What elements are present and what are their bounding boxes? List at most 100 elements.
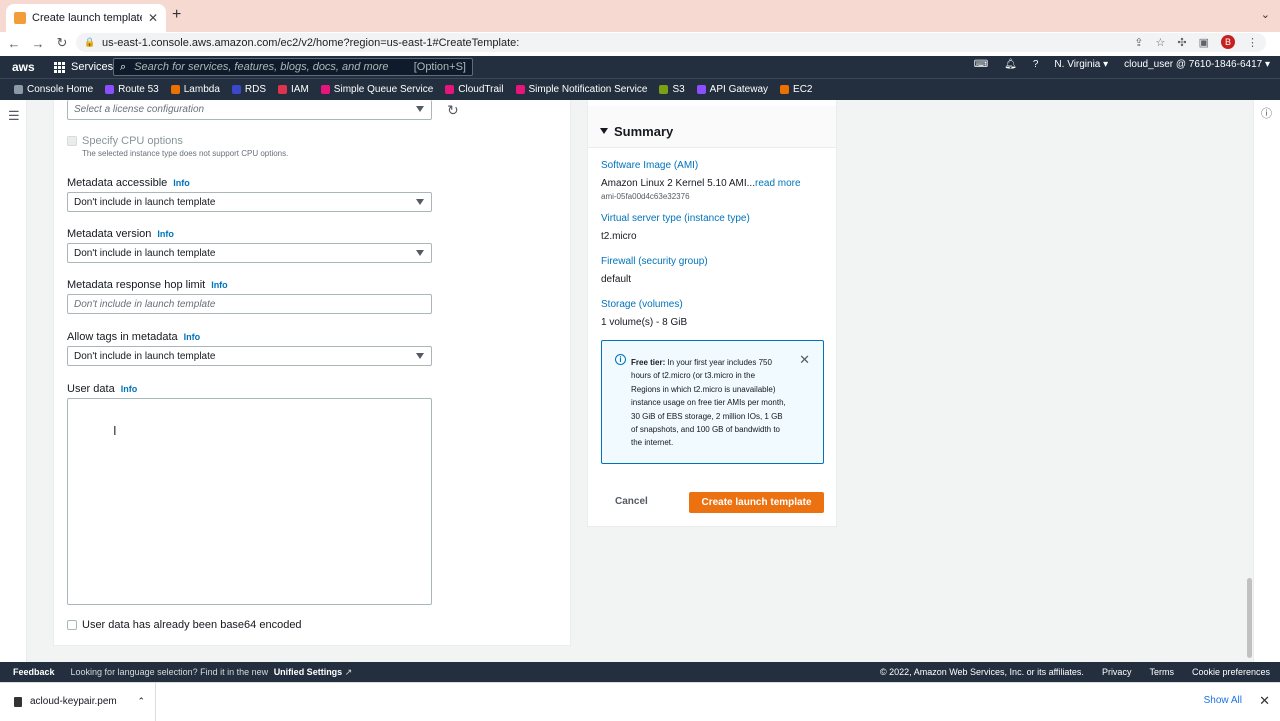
close-tab-icon[interactable]: ✕ xyxy=(148,11,158,25)
storage-link[interactable]: Storage (volumes) xyxy=(601,299,683,310)
favorite-label: API Gateway xyxy=(709,84,769,95)
free-tier-bold: Free tier: xyxy=(631,358,666,367)
aws-search-input[interactable]: ⌕ Search for services, features, blogs, … xyxy=(113,58,473,76)
favorite-label: Lambda xyxy=(183,84,220,95)
allow-tags-text: Allow tags in metadata xyxy=(67,331,178,343)
privacy-link[interactable]: Privacy xyxy=(1102,667,1132,677)
instance-type-value: t2.micro xyxy=(601,231,637,242)
browser-menu-icon[interactable]: ⋮ xyxy=(1247,36,1258,49)
free-tier-alert: i Free tier: In your first year includes… xyxy=(601,340,824,464)
info-link[interactable]: Info xyxy=(173,178,190,188)
service-icon xyxy=(515,85,525,94)
tab-search-chevron-icon[interactable]: ⌄ xyxy=(1261,8,1270,21)
cpu-options-label: Specify CPU options xyxy=(82,135,183,147)
terms-link[interactable]: Terms xyxy=(1149,667,1174,677)
ami-link[interactable]: Software Image (AMI) xyxy=(601,160,698,171)
metadata-accessible-value: Don't include in launch template xyxy=(74,196,216,208)
bookmark-star-icon[interactable]: ☆ xyxy=(1156,36,1166,49)
search-icon: ⌕ xyxy=(120,60,127,73)
summary-title: Summary xyxy=(614,124,674,139)
refresh-icon[interactable]: ↻ xyxy=(447,102,459,119)
language-message-text: Looking for language selection? Find it … xyxy=(70,666,269,677)
favorite-simple-queue-service[interactable]: Simple Queue Service xyxy=(320,84,433,95)
scrollbar-thumb[interactable] xyxy=(1247,578,1252,658)
favorite-s3[interactable]: S3 xyxy=(659,84,685,95)
unified-settings-link[interactable]: Unified Settings xyxy=(274,667,343,677)
summary-header[interactable]: Summary xyxy=(588,106,836,148)
show-all-button[interactable]: Show All xyxy=(1204,695,1242,706)
browser-toolbar: ← → ↻ 🔒 us-east-1.console.aws.amazon.com… xyxy=(0,32,1280,54)
cpu-options-checkbox[interactable] xyxy=(67,136,77,146)
metadata-accessible-select[interactable]: Don't include in launch template xyxy=(67,192,432,212)
info-link[interactable]: Info xyxy=(184,332,201,342)
service-icon xyxy=(696,85,706,94)
reload-icon[interactable]: ↻ xyxy=(52,35,72,51)
favorite-label: EC2 xyxy=(793,84,813,95)
base64-checkbox[interactable] xyxy=(67,620,77,630)
favorite-iam[interactable]: IAM xyxy=(278,84,309,95)
service-icon xyxy=(278,85,288,94)
help-icon[interactable]: ? xyxy=(1033,59,1039,70)
user-data-textarea[interactable]: I xyxy=(67,398,432,605)
metadata-version-select[interactable]: Don't include in launch template xyxy=(67,243,432,263)
tab-title: Create launch template | EC2 M xyxy=(32,12,142,24)
service-icon xyxy=(231,85,241,94)
create-launch-template-button[interactable]: Create launch template xyxy=(689,492,824,513)
allow-tags-label: Allow tags in metadata Info xyxy=(67,331,200,343)
hamburger-menu-icon[interactable]: ☰ xyxy=(8,108,20,124)
region-selector[interactable]: N. Virginia ▾ xyxy=(1054,59,1108,70)
favorite-console-home[interactable]: Console Home xyxy=(14,84,93,95)
metadata-version-value: Don't include in launch template xyxy=(74,247,216,259)
favorite-lambda[interactable]: Lambda xyxy=(170,84,220,95)
base64-label: User data has already been base64 encode… xyxy=(82,619,302,631)
favorite-route-53[interactable]: Route 53 xyxy=(105,84,159,95)
favorite-rds[interactable]: RDS xyxy=(231,84,266,95)
left-nav-rail: ☰ xyxy=(0,100,27,662)
cloudshell-icon[interactable]: ⌨ xyxy=(974,59,988,70)
instance-type-link[interactable]: Virtual server type (instance type) xyxy=(601,213,750,224)
allow-tags-select[interactable]: Don't include in launch template xyxy=(67,346,432,366)
chevron-up-icon[interactable]: ⌃ xyxy=(137,696,145,707)
favorite-simple-notification-service[interactable]: Simple Notification Service xyxy=(515,84,647,95)
console-footer: Feedback Looking for language selection?… xyxy=(0,662,1280,682)
cookie-preferences-link[interactable]: Cookie preferences xyxy=(1192,667,1270,677)
storage-value: 1 volume(s) - 8 GiB xyxy=(601,317,688,328)
allow-tags-value: Don't include in launch template xyxy=(74,350,216,362)
favorite-cloudtrail[interactable]: CloudTrail xyxy=(445,84,504,95)
account-menu[interactable]: cloud_user @ 7610-1846-6417 ▾ xyxy=(1124,59,1270,70)
aws-logo[interactable]: aws xyxy=(12,60,42,74)
favorite-label: Route 53 xyxy=(118,84,159,95)
favorite-label: Console Home xyxy=(27,84,94,95)
info-link[interactable]: Info xyxy=(211,280,228,290)
favorite-api-gateway[interactable]: API Gateway xyxy=(696,84,769,95)
sidebar-icon[interactable]: ▣ xyxy=(1199,36,1209,49)
hop-limit-placeholder: Don't include in launch template xyxy=(74,298,216,310)
download-item[interactable]: acloud-keypair.pem ⌃ xyxy=(14,682,156,721)
notifications-bell-icon[interactable]: 🔔︎ xyxy=(1004,59,1017,70)
browser-tab[interactable]: Create launch template | EC2 M ✕ xyxy=(6,4,166,32)
extensions-puzzle-icon[interactable]: ✣ xyxy=(1177,36,1186,49)
forward-icon[interactable]: → xyxy=(28,36,48,51)
metadata-accessible-label: Metadata accessible Info xyxy=(67,177,190,189)
aws-top-nav: aws Services ⌕ Search for services, feat… xyxy=(0,56,1280,78)
search-shortcut: [Option+S] xyxy=(413,61,466,73)
hop-limit-input[interactable]: Don't include in launch template xyxy=(67,294,432,314)
close-icon[interactable]: ✕ xyxy=(1259,693,1270,709)
firewall-link[interactable]: Firewall (security group) xyxy=(601,256,708,267)
profile-avatar[interactable]: B xyxy=(1221,35,1235,49)
license-configuration-select[interactable]: Select a license configuration xyxy=(67,100,432,120)
info-link[interactable]: Info xyxy=(157,229,174,239)
info-panel-icon[interactable]: ⓘ xyxy=(1261,105,1272,121)
feedback-link[interactable]: Feedback xyxy=(13,667,55,677)
read-more-link[interactable]: read more xyxy=(755,178,801,189)
service-icon xyxy=(170,85,180,94)
close-icon[interactable]: ✕ xyxy=(799,352,810,368)
services-menu[interactable]: Services xyxy=(54,61,113,73)
back-icon[interactable]: ← xyxy=(4,36,24,51)
share-icon[interactable]: ⇪ xyxy=(1134,36,1143,49)
info-link[interactable]: Info xyxy=(121,384,138,394)
favorite-ec2[interactable]: EC2 xyxy=(780,84,812,95)
cancel-button[interactable]: Cancel xyxy=(615,496,648,507)
address-bar[interactable]: 🔒 us-east-1.console.aws.amazon.com/ec2/v… xyxy=(76,33,1266,52)
new-tab-icon[interactable]: + xyxy=(172,6,181,24)
